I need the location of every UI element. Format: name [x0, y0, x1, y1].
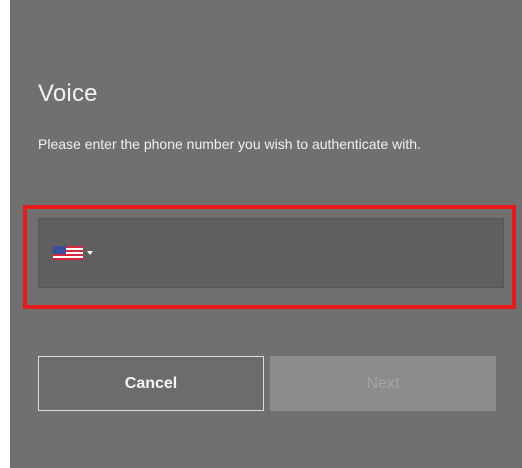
phone-number-input[interactable] [93, 218, 503, 288]
next-button[interactable]: Next [270, 356, 496, 411]
country-code-dropdown[interactable] [53, 243, 93, 263]
dialog-description: Please enter the phone number you wish t… [38, 136, 421, 152]
dialog-title: Voice [38, 80, 98, 107]
cancel-button[interactable]: Cancel [38, 356, 264, 411]
phone-number-field[interactable] [38, 218, 504, 288]
page: Voice Please enter the phone number you … [0, 0, 522, 468]
us-flag-icon [53, 246, 83, 260]
